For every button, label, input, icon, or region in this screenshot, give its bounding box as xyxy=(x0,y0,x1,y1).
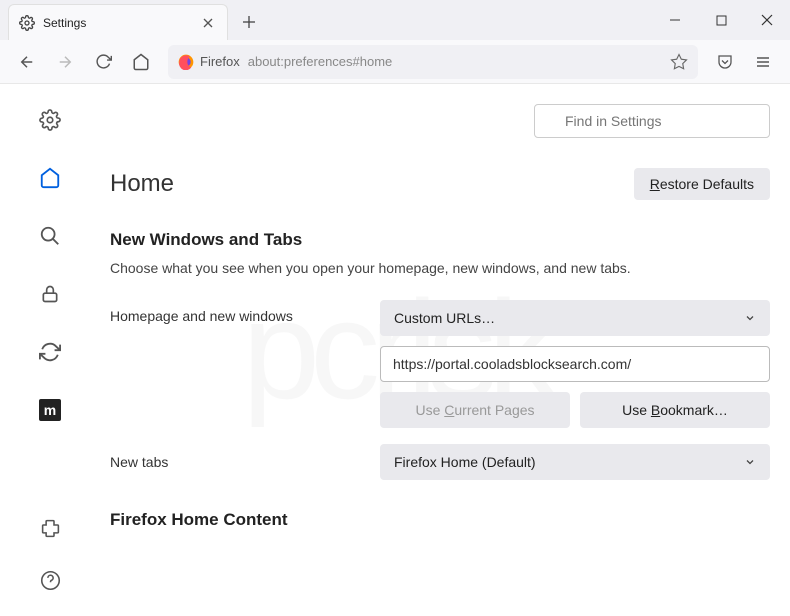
back-button[interactable] xyxy=(10,45,44,79)
svg-text:m: m xyxy=(44,402,56,418)
sidebar-extensions[interactable] xyxy=(34,512,66,544)
firefox-icon xyxy=(178,54,194,70)
sidebar-more-mozilla[interactable]: m xyxy=(34,394,66,426)
close-window-button[interactable] xyxy=(744,0,790,40)
tab-title: Settings xyxy=(43,16,191,30)
bookmark-star-icon[interactable] xyxy=(670,53,688,71)
section-windows-tabs-title: New Windows and Tabs xyxy=(110,230,770,250)
maximize-button[interactable] xyxy=(698,0,744,40)
section-windows-tabs-desc: Choose what you see when you open your h… xyxy=(110,260,770,276)
homepage-url-input[interactable] xyxy=(380,346,770,382)
forward-button[interactable] xyxy=(48,45,82,79)
sidebar-privacy[interactable] xyxy=(34,278,66,310)
minimize-button[interactable] xyxy=(652,0,698,40)
url-bar[interactable]: Firefox about:preferences#home xyxy=(168,45,698,79)
use-bookmark-button[interactable]: Use Bookmark… xyxy=(580,392,770,428)
close-tab-icon[interactable] xyxy=(199,14,217,32)
sidebar-help[interactable] xyxy=(34,564,66,596)
sidebar-general[interactable] xyxy=(34,104,66,136)
chevron-down-icon xyxy=(744,456,756,468)
sidebar-sync[interactable] xyxy=(34,336,66,368)
section-home-content-title: Firefox Home Content xyxy=(110,510,770,530)
new-tab-button[interactable] xyxy=(234,7,264,37)
sidebar-home[interactable] xyxy=(34,162,66,194)
homepage-mode-select[interactable]: Custom URLs… xyxy=(380,300,770,336)
restore-defaults-button[interactable]: Restore Defaults xyxy=(634,168,770,200)
new-tabs-value: Firefox Home (Default) xyxy=(394,454,536,470)
gear-icon xyxy=(19,15,35,31)
homepage-mode-value: Custom URLs… xyxy=(394,310,495,326)
settings-sidebar: m xyxy=(0,84,100,616)
find-in-settings-input[interactable] xyxy=(534,104,770,138)
reload-button[interactable] xyxy=(86,45,120,79)
identity-box[interactable]: Firefox xyxy=(178,54,240,70)
homepage-label: Homepage and new windows xyxy=(110,300,340,324)
page-title: Home xyxy=(110,170,174,198)
tab-settings[interactable]: Settings xyxy=(8,4,228,40)
save-to-pocket-button[interactable] xyxy=(708,45,742,79)
identity-label: Firefox xyxy=(200,54,240,69)
new-tabs-select[interactable]: Firefox Home (Default) xyxy=(380,444,770,480)
new-tabs-label: New tabs xyxy=(110,454,340,470)
use-current-pages-button[interactable]: Use Current Pages xyxy=(380,392,570,428)
chevron-down-icon xyxy=(744,312,756,324)
app-menu-button[interactable] xyxy=(746,45,780,79)
home-button[interactable] xyxy=(124,45,158,79)
sidebar-search[interactable] xyxy=(34,220,66,252)
url-text: about:preferences#home xyxy=(248,54,393,69)
toolbar: Firefox about:preferences#home xyxy=(0,40,790,84)
